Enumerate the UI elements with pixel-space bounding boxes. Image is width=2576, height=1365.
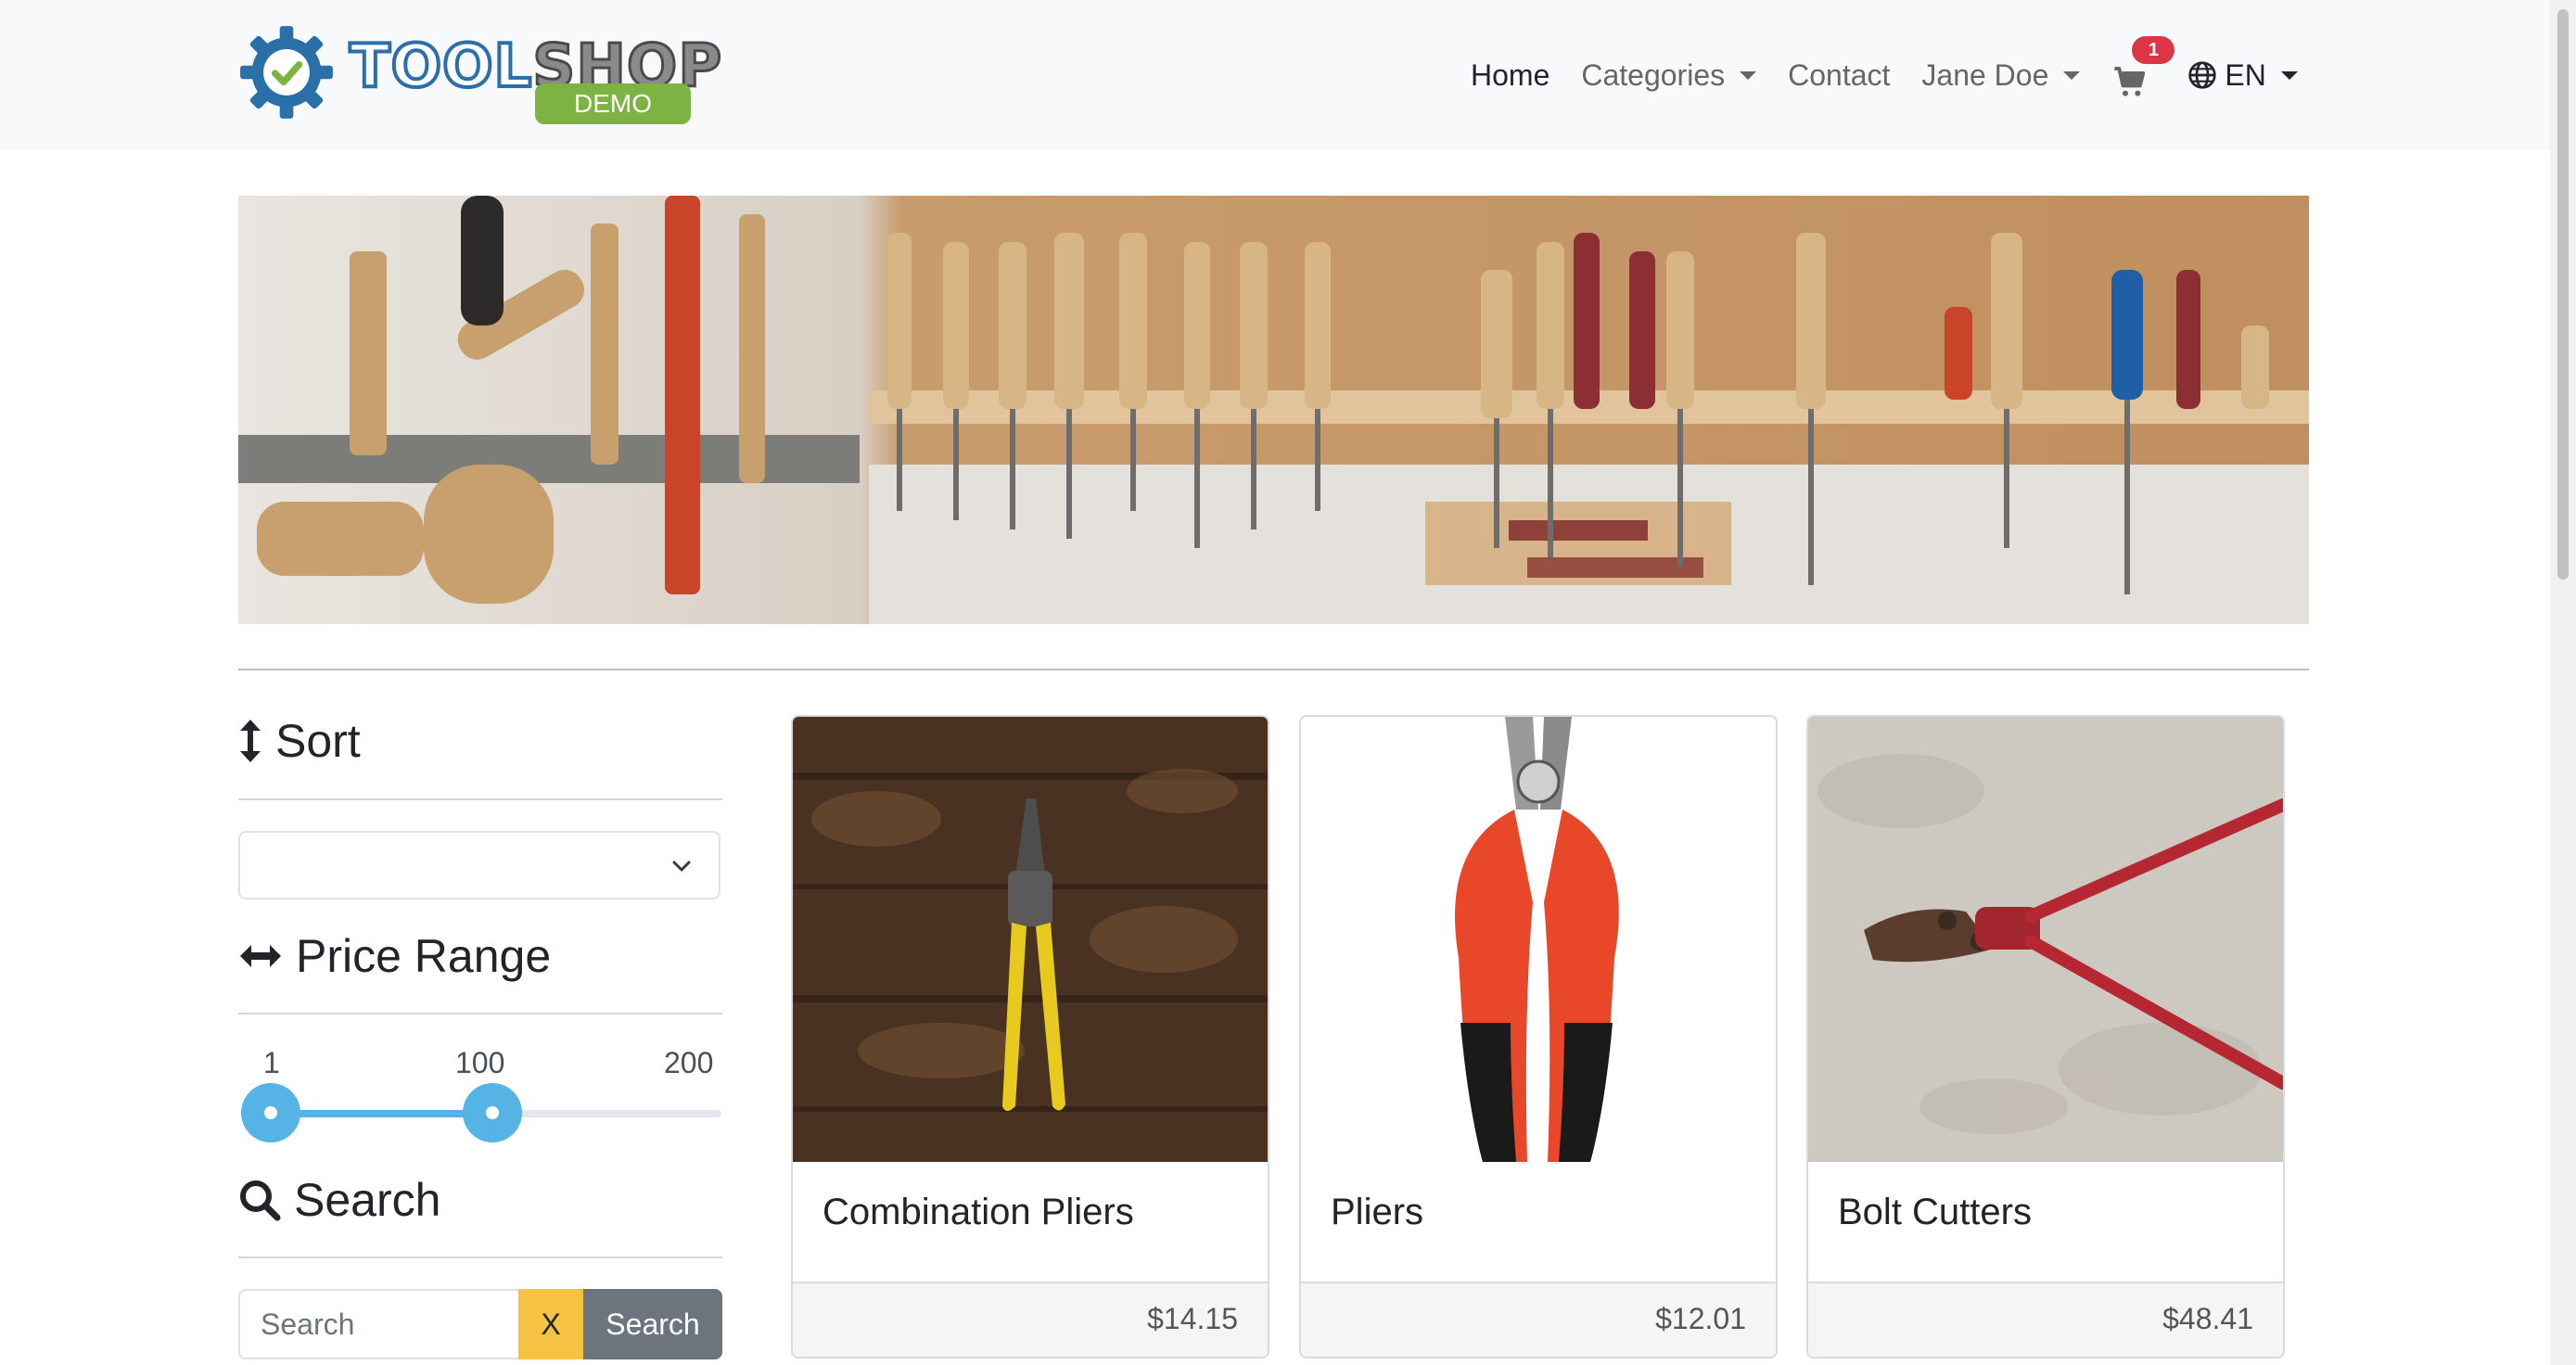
price-range-heading-label: Price Range bbox=[296, 930, 552, 982]
nav-home[interactable]: Home bbox=[1471, 58, 1549, 93]
search-form: X Search bbox=[238, 1289, 722, 1359]
nav-menu: Home Categories Contact Jane Doe 1 EN bbox=[1471, 36, 2298, 98]
product-footer: $14.15 bbox=[793, 1282, 1268, 1357]
nav-contact[interactable]: Contact bbox=[1788, 58, 1890, 93]
cart-icon bbox=[2114, 67, 2146, 96]
search-icon bbox=[240, 1180, 281, 1221]
sort-arrows-icon bbox=[240, 720, 261, 762]
horizontal-arrows-icon bbox=[240, 945, 281, 967]
language-label: EN bbox=[2225, 57, 2266, 92]
language-dropdown[interactable]: EN bbox=[2187, 57, 2298, 93]
sort-rule bbox=[238, 798, 722, 800]
product-price: $14.15 bbox=[1147, 1302, 1238, 1335]
scrollbar-thumb[interactable] bbox=[2557, 9, 2569, 580]
caret-down-icon bbox=[2063, 70, 2081, 80]
top-navbar: TOOLSHOP DEMO Home Categories Contact Ja… bbox=[0, 0, 2550, 150]
price-max-handle[interactable] bbox=[462, 1083, 522, 1142]
search-button[interactable]: Search bbox=[583, 1289, 722, 1359]
product-image bbox=[793, 717, 1268, 1162]
cart-link[interactable]: 1 bbox=[2111, 36, 2175, 96]
sort-select[interactable] bbox=[238, 831, 721, 899]
product-footer: $12.01 bbox=[1301, 1282, 1776, 1357]
price-selected-max-label: 100 bbox=[455, 1046, 505, 1079]
product-image bbox=[1808, 717, 2283, 1162]
product-price: $12.01 bbox=[1655, 1302, 1746, 1335]
product-name: Pliers bbox=[1331, 1192, 1424, 1232]
hero-banner bbox=[238, 196, 2309, 624]
search-rule bbox=[238, 1257, 722, 1258]
sort-heading: Sort bbox=[238, 714, 361, 768]
product-card[interactable]: Pliers $12.01 bbox=[1299, 715, 1778, 1359]
search-input[interactable] bbox=[238, 1289, 518, 1359]
product-footer: $48.41 bbox=[1808, 1282, 2283, 1357]
product-price: $48.41 bbox=[2162, 1302, 2253, 1335]
product-name: Combination Pliers bbox=[823, 1192, 1134, 1232]
nav-contact-label: Contact bbox=[1788, 57, 1891, 92]
tool-wall-photo bbox=[238, 196, 2309, 624]
pliers-photo bbox=[1301, 717, 1776, 1162]
product-image bbox=[1301, 717, 1776, 1162]
price-min-handle[interactable] bbox=[241, 1083, 300, 1142]
section-divider bbox=[238, 669, 2309, 670]
page-scrollbar[interactable] bbox=[2550, 0, 2576, 1365]
price-floor-label: 1 bbox=[263, 1046, 280, 1079]
search-heading: Search bbox=[238, 1173, 440, 1227]
product-card[interactable]: Bolt Cutters $48.41 bbox=[1806, 715, 2285, 1359]
gear-check-icon bbox=[240, 26, 333, 119]
price-range-fill bbox=[271, 1110, 492, 1117]
nav-categories-dropdown[interactable]: Categories bbox=[1581, 57, 1757, 93]
brand-logo[interactable]: TOOLSHOP DEMO bbox=[238, 24, 723, 128]
product-card[interactable]: Combination Pliers $14.15 bbox=[791, 715, 1269, 1359]
price-ceiling-label: 200 bbox=[664, 1046, 714, 1079]
nav-categories-label: Categories bbox=[1581, 57, 1726, 92]
nav-home-label: Home bbox=[1471, 57, 1550, 92]
caret-down-icon bbox=[1740, 70, 1757, 80]
nav-user-label: Jane Doe bbox=[1921, 57, 2049, 92]
product-name: Bolt Cutters bbox=[1838, 1192, 2032, 1232]
combination-pliers-photo bbox=[793, 717, 1268, 1162]
bolt-cutters-photo bbox=[1808, 717, 2283, 1162]
caret-down-icon bbox=[2280, 70, 2298, 80]
price-range-rule bbox=[238, 1013, 722, 1014]
cart-count-badge: 1 bbox=[2132, 36, 2175, 64]
search-heading-label: Search bbox=[294, 1174, 441, 1226]
sort-heading-label: Sort bbox=[275, 715, 361, 767]
globe-icon bbox=[2188, 61, 2217, 89]
price-range-heading: Price Range bbox=[238, 929, 551, 983]
demo-badge: DEMO bbox=[535, 83, 691, 124]
brand-tool-text: TOOL bbox=[348, 32, 533, 101]
chevron-down-icon bbox=[672, 861, 691, 872]
nav-user-dropdown[interactable]: Jane Doe bbox=[1921, 57, 2081, 93]
clear-search-button[interactable]: X bbox=[518, 1289, 583, 1359]
